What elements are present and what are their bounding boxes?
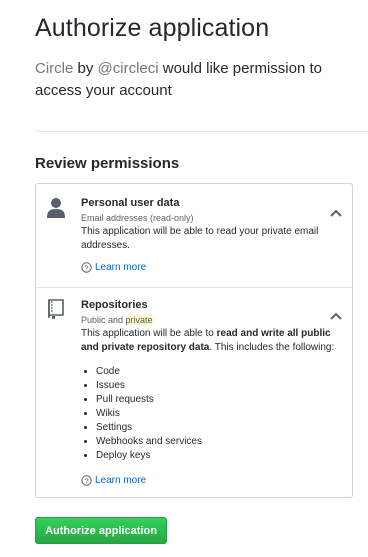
lead-by-text: by — [73, 60, 98, 77]
divider — [35, 131, 368, 132]
authorize-application-button[interactable]: Authorize application — [35, 517, 167, 544]
permission-repositories[interactable]: Repositories Public and private This app… — [36, 288, 352, 498]
list-item: Pull requests — [96, 393, 202, 407]
repo-book-icon — [46, 298, 66, 325]
developer-handle[interactable]: @circleci — [98, 60, 159, 77]
list-item: Settings — [96, 421, 202, 435]
permission-personal-user-data[interactable]: Personal user data Email addresses (read… — [36, 184, 352, 287]
permission-scope: Email addresses (read-only) — [81, 213, 194, 223]
authorization-request-text: Circle by @circleci would like permissio… — [35, 58, 355, 102]
question-icon: ? — [81, 262, 92, 273]
permission-description: This application will be able to read yo… — [81, 226, 319, 251]
permissions-box: Personal user data Email addresses (read… — [35, 183, 353, 498]
svg-text:?: ? — [84, 263, 88, 272]
scope-prefix: Public and — [81, 315, 126, 325]
repository-scope-list: Code Issues Pull requests Wikis Settings… — [81, 365, 202, 463]
list-item: Webhooks and services — [96, 435, 202, 449]
permission-name: Personal user data — [81, 197, 180, 209]
learn-more-label: Learn more — [95, 475, 147, 486]
section-title: Review permissions — [35, 155, 180, 172]
app-name[interactable]: Circle — [35, 60, 73, 77]
question-icon: ? — [81, 475, 92, 486]
permission-scope: Public and private — [81, 315, 153, 325]
list-item: Deploy keys — [96, 449, 202, 463]
permission-description: This application will be able to read an… — [81, 327, 343, 355]
list-item: Issues — [96, 379, 202, 393]
list-item: Wikis — [96, 407, 202, 421]
permission-name: Repositories — [81, 299, 148, 311]
learn-more-link[interactable]: ? Learn more — [81, 475, 146, 486]
scope-highlight: private — [125, 315, 153, 325]
learn-more-link[interactable]: ? Learn more — [81, 262, 146, 273]
chevron-up-icon[interactable] — [330, 204, 342, 222]
description-start: This application will be able to — [81, 328, 217, 339]
chevron-up-icon[interactable] — [330, 307, 342, 325]
page-title: Authorize application — [35, 14, 270, 42]
description-end: . This includes the following: — [209, 342, 335, 353]
learn-more-label: Learn more — [95, 262, 147, 273]
person-icon — [46, 197, 66, 224]
svg-text:?: ? — [84, 476, 88, 485]
list-item: Code — [96, 365, 202, 379]
